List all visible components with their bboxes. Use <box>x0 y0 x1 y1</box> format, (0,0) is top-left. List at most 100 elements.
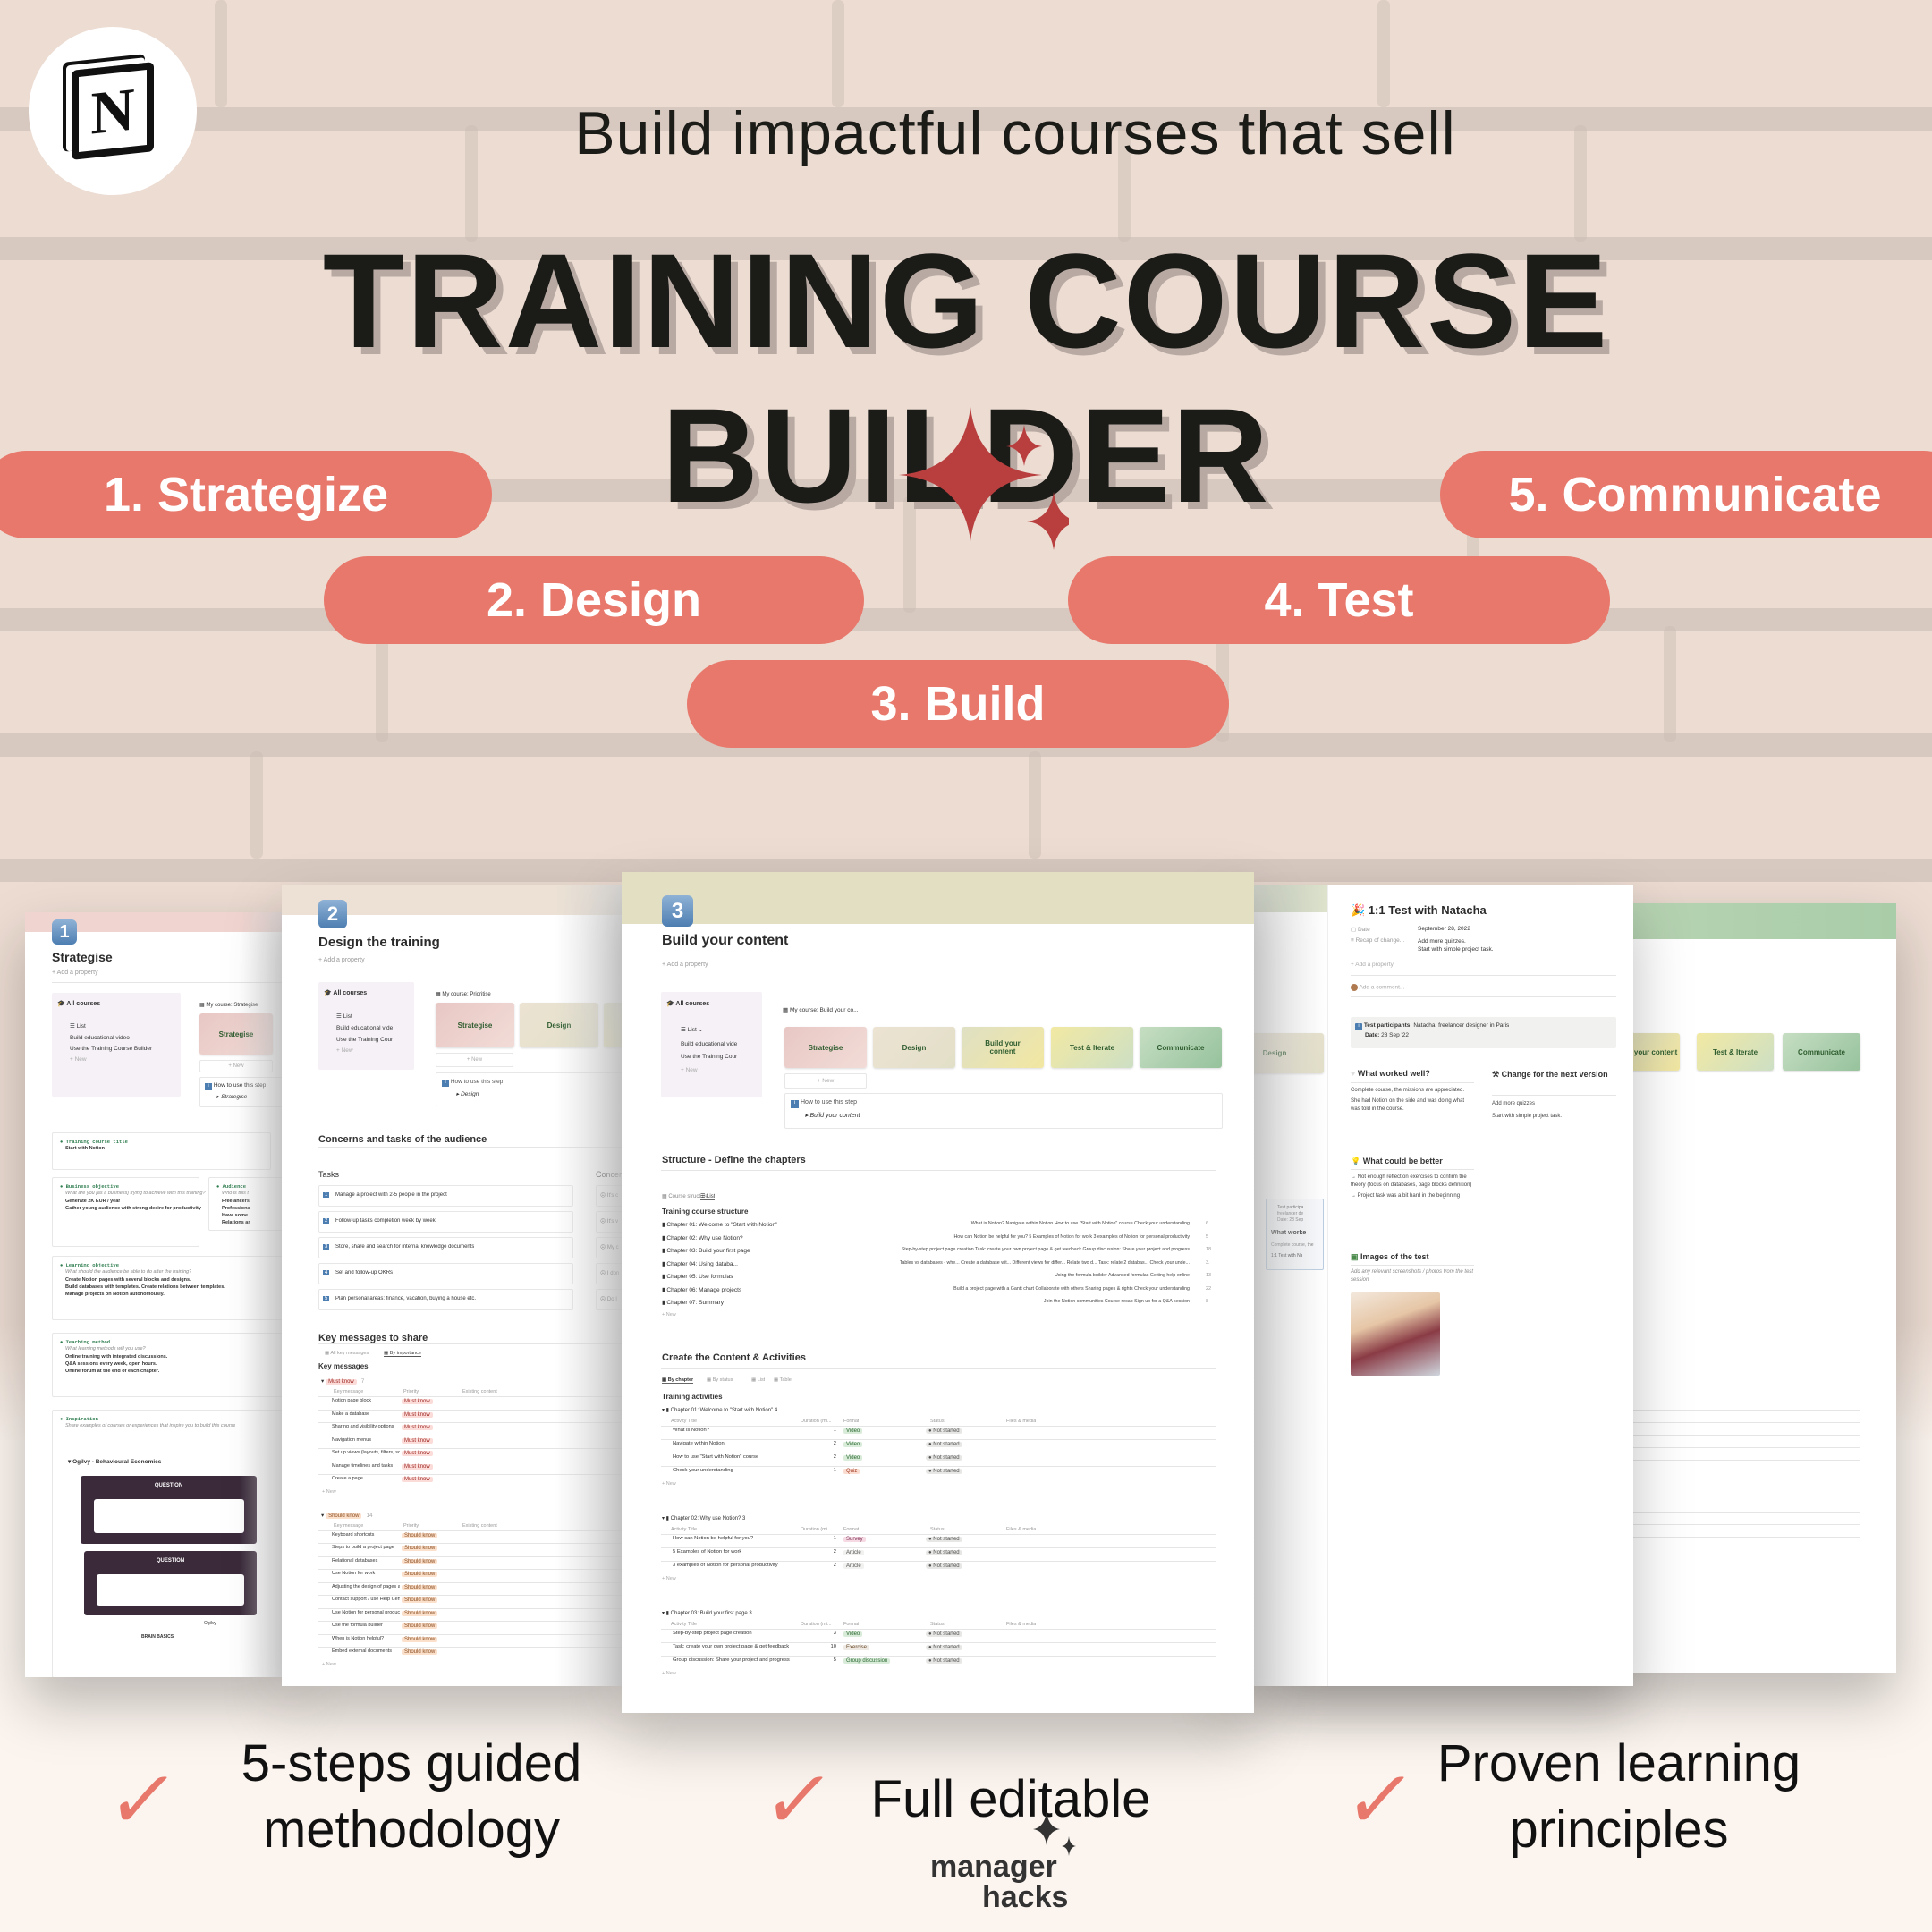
activity-title-cell[interactable]: Check your understanding <box>673 1468 733 1473</box>
chapter-item[interactable]: ▮ Chapter 07: Summary <box>662 1299 724 1306</box>
priority-cell[interactable]: Should know <box>402 1558 438 1564</box>
add-property-button[interactable]: + Add a property <box>662 962 708 968</box>
key-message-cell[interactable]: When is Notion helpful? <box>332 1636 400 1641</box>
key-message-cell[interactable]: Steps to build a project page <box>332 1545 400 1550</box>
course-item[interactable]: Build educational vide <box>336 1025 393 1031</box>
chapter-item[interactable]: ▮ Chapter 03: Build your first page <box>662 1247 750 1254</box>
key-message-cell[interactable]: Make a database <box>332 1411 400 1417</box>
course-item[interactable]: Use the Training Course Builder <box>70 1046 152 1052</box>
new-chapter-button[interactable]: + New <box>662 1312 676 1318</box>
how-to-toggle[interactable]: ▸ Design <box>456 1090 479 1097</box>
tab-table[interactable]: ▦ Table <box>774 1377 792 1383</box>
chapter-group-header[interactable]: ▾ ▮ Chapter 02: Why use Notion? 3 <box>662 1515 745 1521</box>
step-card-strategise[interactable]: Strategise <box>784 1027 867 1068</box>
new-card-button[interactable]: + New <box>436 1053 513 1067</box>
tab-all-key-messages[interactable]: ▦ All key messages <box>325 1351 369 1356</box>
status-cell[interactable]: ● Not started <box>926 1428 962 1434</box>
activity-title-cell[interactable]: How to use "Start with Notion" course <box>673 1454 758 1460</box>
priority-cell[interactable]: Should know <box>402 1532 438 1538</box>
status-cell[interactable]: ● Not started <box>926 1563 962 1569</box>
status-cell[interactable]: ● Not started <box>926 1549 962 1555</box>
task-item[interactable]: 2 Follow-up tasks completion week by week <box>318 1211 573 1233</box>
step-card-test[interactable]: Test & Iterate <box>1051 1027 1133 1068</box>
key-message-cell[interactable]: Adjusting the design of pages and databa… <box>332 1584 400 1589</box>
new-course-button[interactable]: + New <box>336 1047 353 1054</box>
status-cell[interactable]: ● Not started <box>926 1644 962 1650</box>
activity-title-cell[interactable]: 3 examples of Notion for personal produc… <box>673 1563 778 1568</box>
key-message-cell[interactable]: Embed external documents <box>332 1648 400 1654</box>
step-card-communicate[interactable]: Communicate <box>1140 1027 1222 1068</box>
priority-cell[interactable]: Should know <box>402 1623 438 1629</box>
task-item[interactable]: 1 Manage a project with 2-5 people in the… <box>318 1185 573 1207</box>
chapter-item[interactable]: ▮ Chapter 01: Welcome to "Start with Not… <box>662 1221 777 1228</box>
task-item[interactable]: 4 Set and follow-up OKRs <box>318 1263 573 1284</box>
key-message-cell[interactable]: Manage timelines and tasks <box>332 1463 400 1469</box>
chapter-group-header[interactable]: ▾ ▮ Chapter 01: Welcome to "Start with N… <box>662 1407 777 1413</box>
chapter-item[interactable]: ▮ Chapter 06: Manage projects <box>662 1286 741 1293</box>
tab-list[interactable]: ▦ List <box>751 1377 765 1383</box>
priority-cell[interactable]: Must know <box>402 1411 433 1418</box>
priority-cell[interactable]: Must know <box>402 1450 433 1456</box>
priority-cell[interactable]: Should know <box>402 1584 438 1590</box>
key-message-cell[interactable]: Keyboard shortcuts <box>332 1532 400 1538</box>
test-session-photo[interactable] <box>1351 1292 1440 1376</box>
key-message-cell[interactable]: Contact support / use Help Center <box>332 1597 400 1602</box>
add-property-button[interactable]: + Add a property <box>52 970 98 976</box>
format-cell[interactable]: Survey <box>843 1536 866 1542</box>
key-message-cell[interactable]: Create a page <box>332 1476 400 1481</box>
step-card-design[interactable]: Design <box>873 1027 955 1068</box>
priority-cell[interactable]: Must know <box>402 1437 433 1444</box>
chapter-item[interactable]: ▮ Chapter 02: Why use Notion? <box>662 1234 743 1241</box>
chapter-item[interactable]: ▮ Chapter 04: Using databa... <box>662 1260 738 1267</box>
group-header[interactable]: ▾ Should know 14 <box>321 1512 373 1519</box>
status-cell[interactable]: ● Not started <box>926 1454 962 1461</box>
priority-cell[interactable]: Should know <box>402 1571 438 1577</box>
tab-by-importance[interactable]: ▦ By importance <box>384 1351 421 1357</box>
new-row-button[interactable]: + New <box>662 1481 676 1487</box>
prop-date-value[interactable]: September 28, 2022 <box>1418 926 1470 932</box>
key-message-cell[interactable]: Use the formula builder <box>332 1623 400 1628</box>
add-comment-input[interactable]: Add a comment... <box>1351 984 1404 991</box>
activity-title-cell[interactable]: Group discussion: Share your project and… <box>673 1657 790 1663</box>
priority-cell[interactable]: Must know <box>402 1476 433 1482</box>
step-card-strategise[interactable]: Strategise <box>436 1003 514 1047</box>
chapter-item[interactable]: ▮ Chapter 05: Use formulas <box>662 1273 733 1280</box>
activity-title-cell[interactable]: Task: create your own project page & get… <box>673 1644 789 1649</box>
new-course-button[interactable]: + New <box>681 1067 698 1073</box>
how-to-toggle[interactable]: ▸ Build your content <box>805 1112 860 1119</box>
step-card-communicate[interactable]: Communicate <box>1783 1033 1860 1071</box>
key-message-cell[interactable]: Navigation menus <box>332 1437 400 1443</box>
new-card-button[interactable]: + New <box>784 1073 867 1089</box>
format-cell[interactable]: Video <box>843 1441 863 1447</box>
inspiration-toggle[interactable]: ▾ Ogilvy - Behavioural Economics <box>68 1458 161 1465</box>
new-row-button[interactable]: + New <box>662 1671 676 1676</box>
chapter-group-header[interactable]: ▾ ▮ Chapter 03: Build your first page 3 <box>662 1610 752 1616</box>
priority-cell[interactable]: Must know <box>402 1424 433 1430</box>
activity-title-cell[interactable]: How can Notion be helpful for you? <box>673 1536 753 1541</box>
format-cell[interactable]: Article <box>843 1549 864 1555</box>
course-item[interactable]: Build educational vide <box>681 1041 737 1047</box>
priority-cell[interactable]: Must know <box>402 1398 433 1404</box>
status-cell[interactable]: ● Not started <box>926 1631 962 1637</box>
activity-title-cell[interactable]: Step-by-step project page creation <box>673 1631 752 1636</box>
add-property-button[interactable]: + Add a property <box>1351 962 1394 968</box>
activity-title-cell[interactable]: Navigate within Notion <box>673 1441 724 1446</box>
list-view-tab[interactable]: ☰ List ⌄ <box>681 1026 703 1033</box>
group-header[interactable]: ▾ Must know 7 <box>321 1377 364 1385</box>
format-cell[interactable]: Group discussion <box>843 1657 891 1664</box>
task-item[interactable]: 3 Store, share and search for internal kn… <box>318 1237 573 1258</box>
key-message-cell[interactable]: Sharing and visibility options <box>332 1424 400 1429</box>
list-view-tab[interactable]: ☰ List <box>336 1013 352 1020</box>
format-cell[interactable]: Video <box>843 1631 863 1637</box>
status-cell[interactable]: ● Not started <box>926 1657 962 1664</box>
activity-title-cell[interactable]: 5 Examples of Notion for work <box>673 1549 741 1555</box>
priority-cell[interactable]: Should know <box>402 1648 438 1655</box>
step-card-build[interactable]: Build your content <box>962 1027 1044 1068</box>
priority-cell[interactable]: Should know <box>402 1610 438 1616</box>
prop-recap-value[interactable]: Add more quizzes. Start with simple proj… <box>1418 937 1494 953</box>
key-message-cell[interactable]: Set up views (layouts, filters, sort) <box>332 1450 400 1455</box>
status-cell[interactable]: ● Not started <box>926 1468 962 1474</box>
format-cell[interactable]: Video <box>843 1454 863 1461</box>
key-message-cell[interactable]: Notion page block <box>332 1398 400 1403</box>
step-card-test[interactable]: Test & Iterate <box>1697 1033 1774 1071</box>
